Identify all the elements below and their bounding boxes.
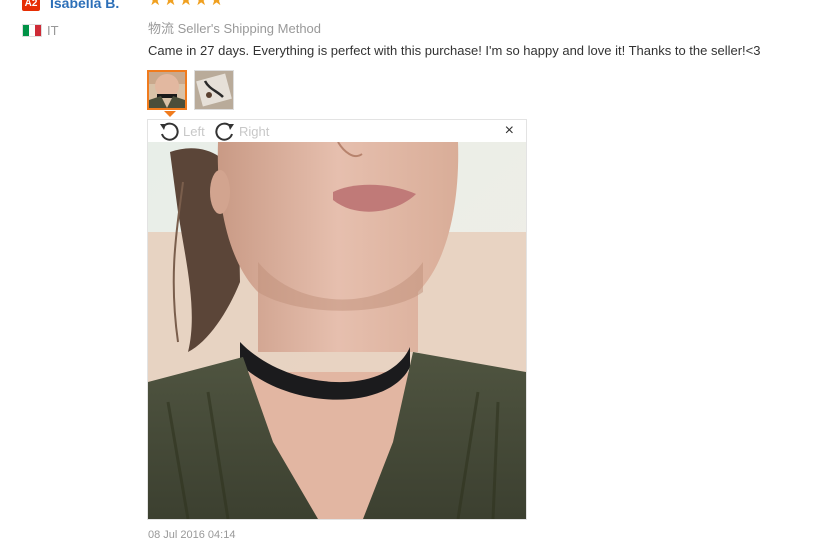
- active-thumbnail-indicator: [164, 111, 176, 117]
- photo-viewer: Left Right ×: [147, 119, 527, 520]
- review-photo-large: [148, 142, 526, 519]
- review-date: 08 Jul 2016 04:14: [148, 529, 236, 541]
- star-icon: ★: [148, 0, 163, 9]
- reviewer-name[interactable]: Isabella B.: [50, 0, 119, 11]
- rotate-left-label: Left: [183, 123, 205, 139]
- viewer-toolbar: Left Right ×: [148, 120, 526, 142]
- star-icon: ★: [194, 0, 209, 9]
- reviewer-country: IT: [47, 23, 59, 38]
- close-icon[interactable]: ×: [505, 121, 514, 141]
- star-icon: ★: [178, 0, 194, 9]
- shipping-method: 物流 Seller's Shipping Method: [148, 21, 322, 36]
- rotate-left-icon: [158, 121, 180, 141]
- review-photo-thumbnail-2[interactable]: [194, 70, 234, 110]
- star-rating: ★ ★ ★ ★ ★: [148, 0, 224, 10]
- rotate-right-icon: [214, 121, 236, 141]
- star-icon: ★: [163, 0, 178, 9]
- star-icon: ★: [209, 0, 224, 9]
- review-photo-thumbnail-1[interactable]: [147, 70, 187, 110]
- rotate-right-label: Right: [239, 123, 270, 139]
- rotate-left-button[interactable]: Left: [158, 121, 205, 141]
- rotate-right-button[interactable]: Right: [214, 121, 269, 141]
- reviewer-level-badge: A2: [22, 0, 40, 11]
- italy-flag-icon: [22, 24, 42, 37]
- review-text: Came in 27 days. Everything is perfect w…: [148, 43, 761, 58]
